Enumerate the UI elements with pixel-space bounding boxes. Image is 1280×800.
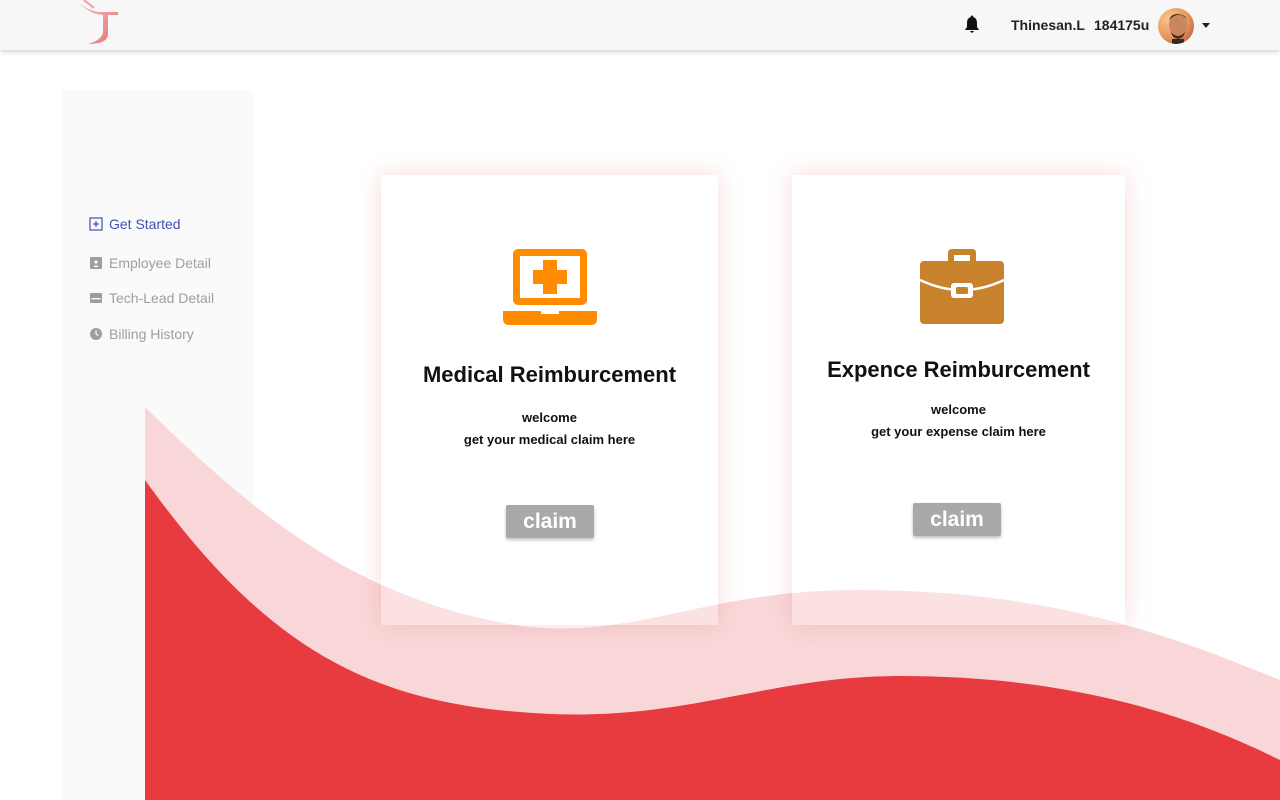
card-description: get your expense claim here — [871, 424, 1046, 439]
card-wave-overlay — [381, 584, 718, 625]
card-title: Medical Reimburcement — [422, 362, 677, 387]
sidebar-item-tech-lead-detail[interactable]: Tech-Lead Detail — [89, 288, 214, 308]
sidebar-item-billing-history[interactable]: Billing History — [89, 324, 194, 344]
sidebar-item-label: Employee Detail — [109, 255, 211, 271]
user-id: 184175u — [1094, 17, 1150, 33]
card-description: get your medical claim here — [463, 432, 636, 447]
expense-reimbursement-card: Expence Reimburcement welcome get your e… — [792, 175, 1125, 625]
sidebar: Get Started Employee Detail Tech-Lead De… — [62, 90, 253, 800]
sidebar-item-employee-detail[interactable]: Employee Detail — [89, 253, 211, 273]
caret-down-icon[interactable] — [1201, 20, 1211, 30]
sidebar-item-label: Billing History — [109, 326, 194, 342]
medical-claim-button[interactable]: claim — [506, 505, 594, 538]
medical-reimbursement-card: Medical Reimburcement welcome get your m… — [381, 175, 718, 625]
card-welcome-text: welcome — [931, 402, 986, 417]
user-name: Thinesan.L — [1011, 17, 1085, 33]
clock-icon — [90, 328, 102, 340]
top-navbar: Thinesan.L 184175u — [0, 0, 1280, 50]
app-logo[interactable] — [78, 0, 122, 46]
card-welcome-text: welcome — [522, 410, 577, 425]
plus-square-icon — [89, 217, 103, 231]
sidebar-item-label: Get Started — [109, 216, 181, 232]
briefcase-icon — [920, 249, 1004, 324]
sidebar-item-label: Tech-Lead Detail — [109, 290, 215, 306]
id-card-icon — [90, 257, 102, 269]
card-title: Expence Reimburcement — [827, 357, 1090, 382]
sidebar-item-get-started[interactable]: Get Started — [89, 214, 181, 234]
expense-claim-button[interactable]: claim — [913, 503, 1001, 536]
avatar-image — [1158, 8, 1194, 44]
card-icon — [90, 293, 102, 303]
user-avatar[interactable] — [1158, 8, 1194, 44]
bell-icon[interactable] — [962, 15, 982, 35]
medical-laptop-icon — [503, 249, 597, 325]
